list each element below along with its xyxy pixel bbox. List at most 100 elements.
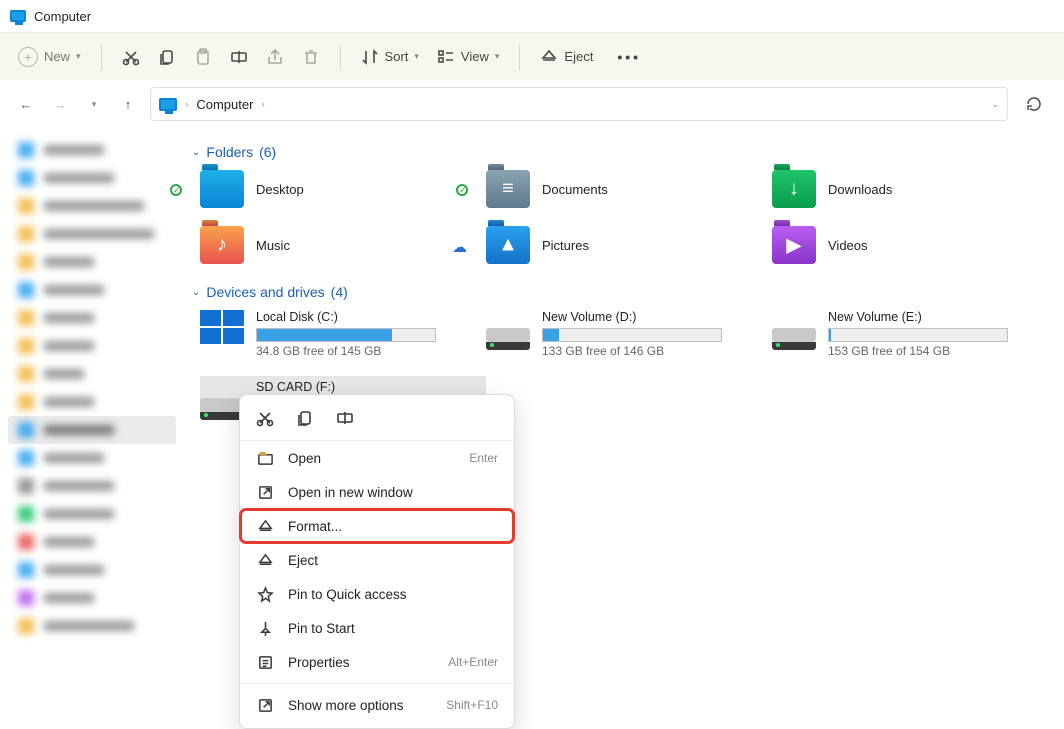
rename-icon	[336, 409, 354, 427]
sync-icon	[170, 184, 182, 196]
view-button[interactable]: View ▾	[429, 42, 507, 72]
trash-icon	[302, 48, 320, 66]
forward-button[interactable]: →	[48, 92, 72, 116]
folder-icon	[256, 449, 274, 467]
refresh-icon	[1026, 96, 1042, 112]
copy-icon	[158, 48, 176, 66]
new-button[interactable]: + New ▾	[10, 41, 89, 73]
rename-button[interactable]	[222, 42, 256, 72]
folder-item[interactable]: ▶Videos	[772, 226, 1058, 264]
cloud-icon: ☁	[452, 238, 467, 256]
folder-icon: ♪	[200, 226, 244, 264]
view-label: View	[461, 49, 489, 64]
folder-item[interactable]: ↓Downloads	[772, 170, 1058, 208]
sidebar-item-computer[interactable]	[8, 416, 176, 444]
up-button[interactable]: ↑	[116, 92, 140, 116]
drives-label: Devices and drives	[206, 284, 324, 300]
menu-item-pin-to-start[interactable]: Pin to Start	[240, 611, 514, 645]
menu-item-label: Pin to Quick access	[288, 587, 407, 602]
copy-button[interactable]	[150, 42, 184, 72]
sort-button[interactable]: Sort ▾	[353, 42, 427, 72]
address-bar[interactable]: › Computer › ⌄	[150, 87, 1008, 121]
rename-button[interactable]	[336, 409, 354, 430]
sync-icon	[456, 184, 468, 196]
back-button[interactable]: ←	[14, 92, 38, 116]
drive-name: SD CARD (F:)	[256, 380, 335, 394]
drive-name: New Volume (D:)	[542, 310, 722, 324]
navigation-pane[interactable]	[0, 128, 184, 720]
chevron-down-icon: ⌄	[192, 287, 200, 298]
folder-item[interactable]: ♪ Music	[200, 226, 486, 264]
menu-item-properties[interactable]: PropertiesAlt+Enter	[240, 645, 514, 679]
folder-name: Pictures	[542, 238, 589, 253]
folder-icon: ▶	[772, 226, 816, 264]
copy-icon	[296, 409, 314, 427]
disk-icon	[772, 328, 816, 342]
rename-icon	[230, 48, 248, 66]
menu-item-label: Open in new window	[288, 485, 413, 500]
folders-header[interactable]: ⌄ Folders (6)	[192, 144, 1058, 160]
folder-name: Music	[256, 238, 290, 253]
menu-item-open[interactable]: OpenEnter	[240, 441, 514, 475]
drive-free: 34.8 GB free of 145 GB	[256, 344, 436, 358]
drive-free: 153 GB free of 154 GB	[828, 344, 1008, 358]
eject-icon	[540, 48, 558, 66]
menu-item-open-in-new-window[interactable]: Open in new window	[240, 475, 514, 509]
title-bar: Computer	[0, 0, 1064, 32]
star-icon	[256, 585, 274, 603]
menu-item-label: Format...	[288, 519, 342, 534]
drive-item[interactable]: Local Disk (C:) 34.8 GB free of 145 GB	[200, 310, 486, 358]
share-button[interactable]	[258, 42, 292, 72]
recent-button[interactable]: ▾	[82, 92, 106, 116]
menu-item-eject[interactable]: Eject	[240, 543, 514, 577]
folder-name: Downloads	[828, 182, 892, 197]
folder-icon: ≡	[486, 170, 530, 208]
capacity-bar	[256, 328, 436, 342]
paste-button[interactable]	[186, 42, 220, 72]
more-button[interactable]: •••	[603, 43, 655, 71]
menu-item-format[interactable]: Format...	[240, 509, 514, 543]
computer-icon	[10, 10, 26, 22]
drive-name: Local Disk (C:)	[256, 310, 436, 324]
breadcrumb-root[interactable]: Computer	[196, 97, 253, 112]
view-icon	[437, 48, 455, 66]
menu-item-pin-to-quick-access[interactable]: Pin to Quick access	[240, 577, 514, 611]
plus-icon: +	[18, 47, 38, 67]
sort-icon	[361, 48, 379, 66]
clipboard-icon	[194, 48, 212, 66]
drive-item[interactable]: New Volume (E:) 153 GB free of 154 GB	[772, 310, 1058, 358]
menu-item-label: Show more options	[288, 698, 404, 713]
drive-name: New Volume (E:)	[828, 310, 1008, 324]
delete-button[interactable]	[294, 42, 328, 72]
folders-count: (6)	[259, 144, 276, 160]
ellipsis-icon: •••	[611, 49, 647, 65]
chevron-down-icon[interactable]: ⌄	[991, 99, 999, 110]
share-icon	[266, 48, 284, 66]
chevron-right-icon: ›	[261, 99, 264, 110]
sort-label: Sort	[385, 49, 409, 64]
folder-item[interactable]: ☁▲Pictures	[486, 226, 772, 264]
chevron-right-icon: ›	[185, 99, 188, 110]
disk-icon	[486, 328, 530, 342]
eject-icon	[256, 551, 274, 569]
chevron-down-icon: ▾	[76, 51, 81, 62]
copy-button[interactable]	[296, 409, 314, 430]
folder-item[interactable]: Desktop	[200, 170, 486, 208]
drive-free: 133 GB free of 146 GB	[542, 344, 722, 358]
disk-icon	[200, 398, 244, 412]
scissors-icon	[122, 48, 140, 66]
menu-item-label: Eject	[288, 553, 318, 568]
new-label: New	[44, 49, 70, 64]
pin-icon	[256, 619, 274, 637]
cut-button[interactable]	[114, 42, 148, 72]
menu-item-show-more-options[interactable]: Show more optionsShift+F10	[240, 688, 514, 722]
eject-button[interactable]: Eject	[532, 42, 601, 72]
cut-button[interactable]	[256, 409, 274, 430]
menu-item-shortcut: Enter	[469, 451, 498, 465]
refresh-button[interactable]	[1018, 88, 1050, 120]
drive-item[interactable]: New Volume (D:) 133 GB free of 146 GB	[486, 310, 772, 358]
folder-item[interactable]: ≡Documents	[486, 170, 772, 208]
menu-item-shortcut: Alt+Enter	[448, 655, 498, 669]
capacity-bar	[828, 328, 1008, 342]
drives-header[interactable]: ⌄ Devices and drives (4)	[192, 284, 1058, 300]
